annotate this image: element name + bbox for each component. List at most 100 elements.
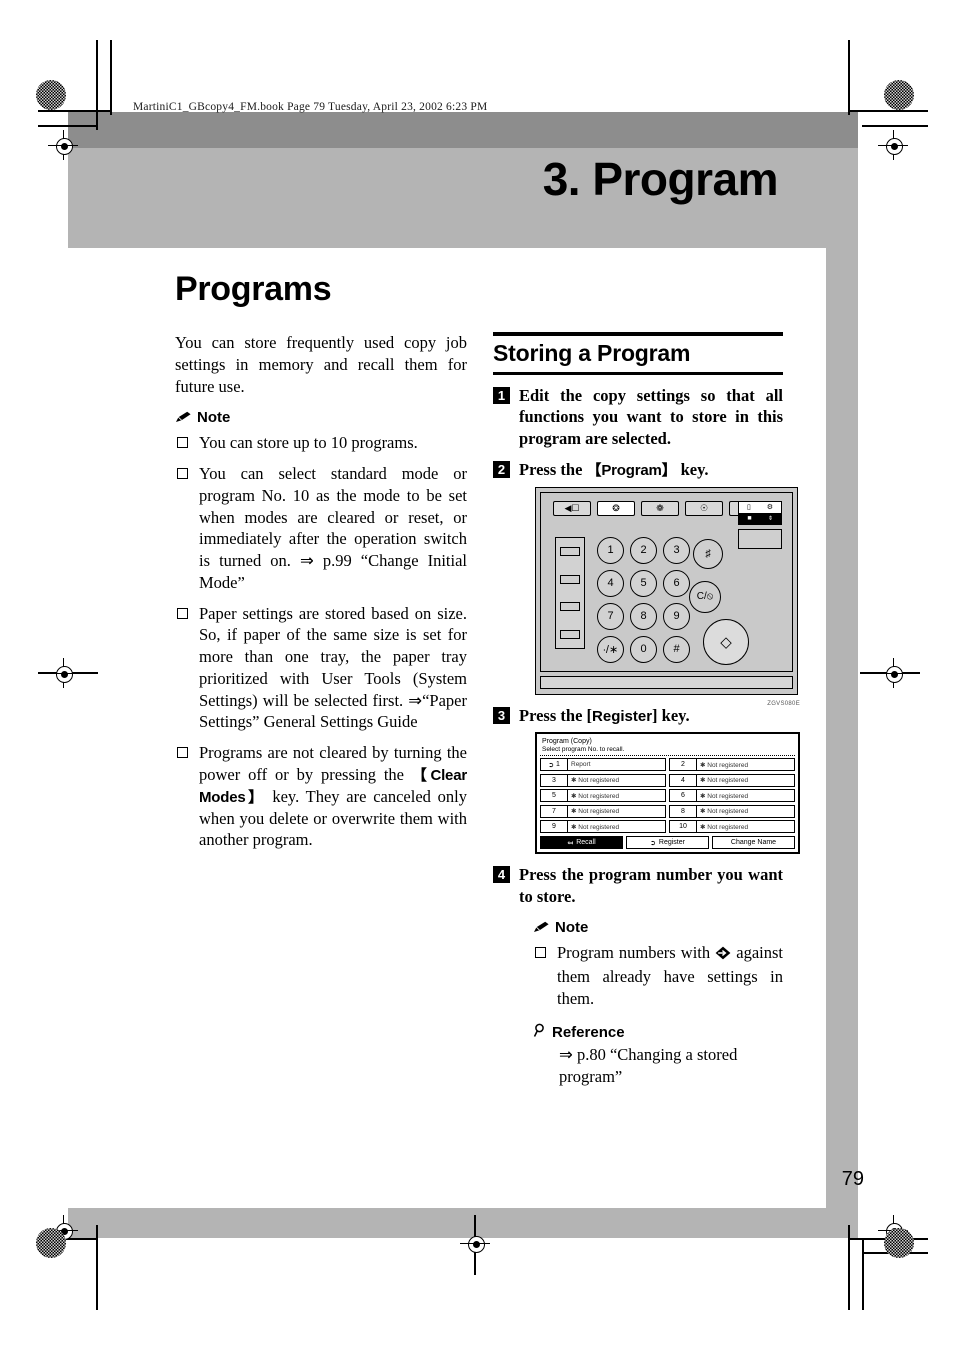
tab-document-server-icon[interactable]: ❁ [641, 500, 679, 516]
numeric-key-1[interactable]: 1 [597, 536, 624, 564]
lcd-program-number: 9 [541, 821, 568, 833]
step-number-badge: 4 [493, 866, 510, 884]
page-number: 79 [841, 1168, 864, 1190]
pencil-icon [175, 411, 192, 424]
lcd-program-number: 4 [670, 774, 697, 786]
lcd-row: 9 ✱ Not registered 10 ✱ Not registered [540, 820, 795, 834]
lcd-program-slot[interactable]: 2 ✱ Not registered [669, 758, 795, 772]
step-4: 4 Press the program number you want to s… [493, 864, 783, 1087]
lcd-button-bar: ⤆ Recall ➲ Register Change Name [540, 836, 795, 850]
note-heading-left: Note [175, 409, 467, 426]
lcd-title: Program (Copy) [542, 738, 592, 746]
step-2: 2 Press the 【Program】 key. ◀☐ ❂ ❁ ☉ ⊢ [493, 459, 800, 707]
lcd-screen-figure: Program (Copy) Select program No. to rec… [535, 732, 800, 855]
numeric-key-0[interactable]: 0 [630, 635, 657, 663]
dot-gain-patch-bottom-right [884, 1228, 914, 1258]
trim-line-bottom-right-v2 [862, 1238, 864, 1310]
stored-marker-icon [715, 944, 731, 966]
step-4-note-block: Note Program numbers with against them a… [533, 919, 783, 1087]
function-key-2[interactable] [560, 574, 580, 584]
tab-sound-icon[interactable]: ◀☐ [553, 500, 591, 516]
start-key-button[interactable]: ◇ [703, 618, 749, 665]
lcd-subtitle: Select program No. to recall. [540, 746, 795, 757]
section-rule-bottom [493, 372, 783, 375]
page-title: Programs [175, 270, 332, 308]
numeric-key-4[interactable]: 4 [597, 569, 624, 597]
numeric-key-asterisk[interactable]: ∙/∗ [597, 635, 624, 663]
lcd-program-number: 6 [670, 790, 697, 802]
lcd-program-slot[interactable]: 5 ✱ Not registered [540, 789, 666, 803]
numeric-key-2[interactable]: 2 [630, 536, 657, 564]
program-key-button[interactable]: ♯ [693, 538, 723, 569]
lcd-change-name-button[interactable]: Change Name [712, 836, 795, 850]
lcd-recall-button[interactable]: ⤆ Recall [540, 836, 623, 850]
lcd-program-name: ✱ Not registered [700, 808, 749, 816]
trim-line-top-right-h [848, 110, 928, 112]
lcd-program-slot[interactable]: 4 ✱ Not registered [669, 773, 795, 787]
function-key-3[interactable] [560, 602, 580, 612]
lcd-program-slot[interactable]: 7 ✱ Not registered [540, 804, 666, 818]
numeric-key-6[interactable]: 6 [663, 569, 690, 597]
step-1: 1 Edit the copy settings so that all fun… [493, 385, 783, 449]
section-header: Storing a Program [493, 332, 783, 375]
numeric-key-8[interactable]: 8 [630, 602, 657, 630]
lcd-program-number: 3 [541, 774, 568, 786]
step-number-badge: 3 [493, 706, 510, 724]
lcd-program-number: ➲ 1 [541, 759, 568, 771]
operation-switch-area[interactable] [738, 528, 782, 549]
lcd-program-slot[interactable]: 6 ✱ Not registered [669, 789, 795, 803]
step-text: Press the program number you want to sto… [519, 865, 783, 906]
lcd-register-button[interactable]: ➲ Register [626, 836, 709, 850]
lcd-program-name: ✱ Not registered [571, 777, 620, 785]
lcd-program-name: ✱ Not registered [700, 761, 749, 769]
lcd-program-number: 7 [541, 805, 568, 817]
numeric-key-5[interactable]: 5 [630, 569, 657, 597]
lcd-program-slot[interactable]: 10 ✱ Not registered [669, 820, 795, 834]
lcd-row: 7 ✱ Not registered 8 ✱ Not registered [540, 804, 795, 818]
intro-paragraph: You can store frequently used copy job s… [175, 333, 467, 396]
trim-line-top-right-v [848, 40, 850, 115]
register-arrow-icon: ➲ [650, 839, 656, 847]
lcd-program-slot[interactable]: 8 ✱ Not registered [669, 804, 795, 818]
indicator-row-top: ▯ ⚙ [739, 502, 781, 513]
function-key-4[interactable] [560, 629, 580, 639]
function-key-column[interactable] [555, 536, 585, 649]
tab-copy-icon[interactable]: ❂ [597, 500, 635, 516]
lcd-program-name: ✱ Not registered [571, 808, 620, 816]
right-margin-band [826, 148, 858, 1238]
chapter-title: 3. Program [542, 153, 779, 205]
lcd-program-slot[interactable]: ➲ 1 Report [540, 758, 666, 772]
numeric-key-7[interactable]: 7 [597, 602, 624, 630]
note-item: You can select standard mode or program … [175, 463, 467, 594]
lcd-program-name: ✱ Not registered [700, 792, 749, 800]
lcd-program-number: 8 [670, 805, 697, 817]
lcd-program-name: ✱ Not registered [571, 792, 620, 800]
step-3: 3 Press the [Register] key. Program (Cop… [493, 705, 800, 855]
numeric-key-3[interactable]: 3 [663, 536, 690, 564]
stored-marker-icon: ➲ [548, 761, 554, 769]
note-heading-right: Note [533, 919, 783, 936]
step-text: Press the [Register] key. [519, 705, 690, 725]
numeric-key-hash[interactable]: # [663, 635, 690, 663]
register-key-label: Register [592, 707, 653, 725]
function-key-1[interactable] [560, 547, 580, 557]
clear-stop-key-button[interactable]: C/⦸ [689, 580, 721, 613]
registration-mark-bottom-center [460, 1228, 490, 1258]
service-icon: ⚙ [766, 503, 774, 512]
power-icon: ⌽ [768, 513, 773, 522]
lcd-program-name: ✱ Not registered [571, 823, 620, 831]
note-label-right: Note [555, 919, 589, 937]
numeric-key-9[interactable]: 9 [663, 602, 690, 630]
note-list-left: You can store up to 10 programs. You can… [175, 432, 467, 851]
trim-line-top-left-v2 [110, 40, 112, 115]
control-panel-figure: ◀☐ ❂ ❁ ☉ ⊢ 1 [535, 486, 800, 707]
numeric-keypad[interactable]: 1 2 3 4 5 6 7 8 9 ∙/∗ 0 # [597, 536, 694, 667]
lcd-row: 5 ✱ Not registered 6 ✱ Not registered [540, 789, 795, 803]
step-number-badge: 1 [493, 387, 510, 404]
lcd-program-slot[interactable]: 9 ✱ Not registered [540, 820, 666, 834]
step-text: Press the 【Program】 key. [519, 460, 709, 480]
tab-facsimile-icon[interactable]: ☉ [685, 500, 723, 516]
dot-gain-patch-bottom-left [36, 1228, 66, 1258]
step-text: Edit the copy settings so that all funct… [519, 386, 783, 448]
lcd-program-slot[interactable]: 3 ✱ Not registered [540, 773, 666, 787]
